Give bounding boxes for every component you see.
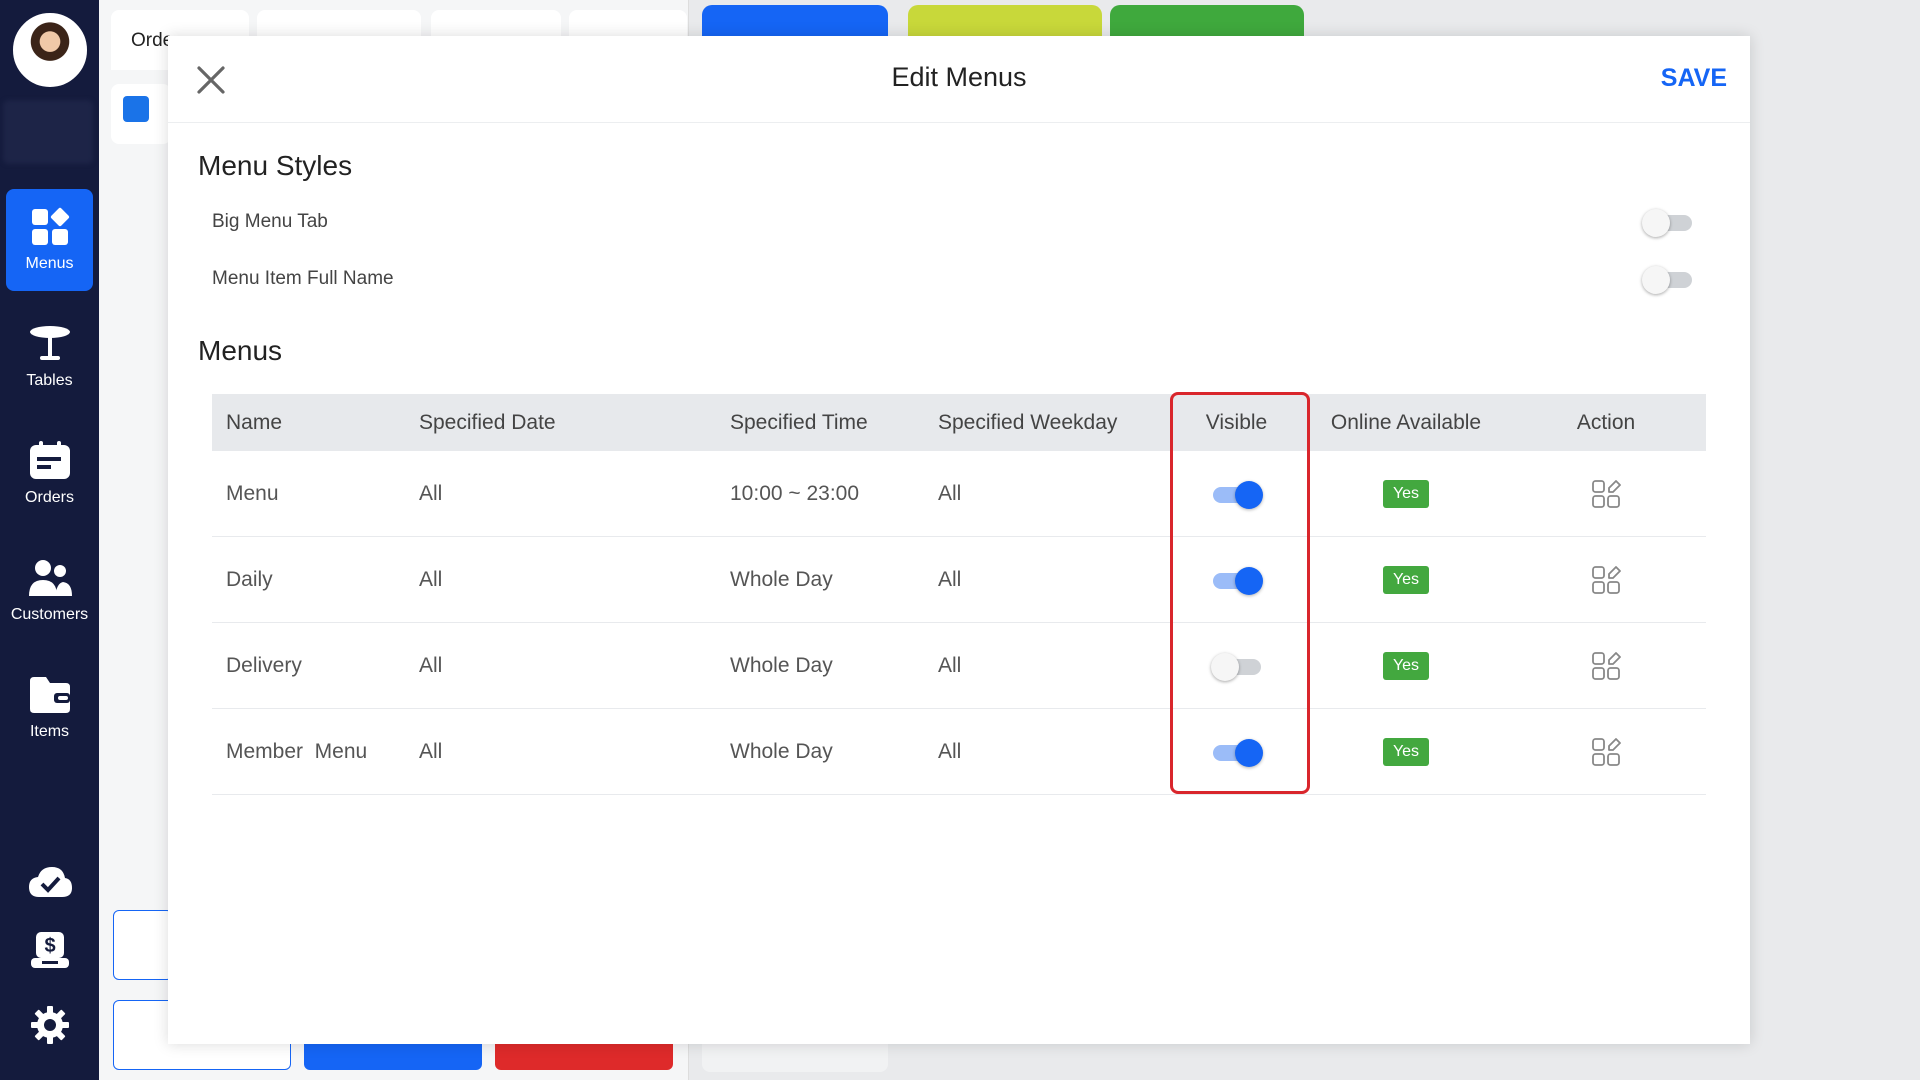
table-row: Menu All 10:00 ~ 23:00 All Yes: [212, 451, 1706, 537]
menu-date: All: [419, 653, 443, 677]
column-header: Online Available: [1330, 410, 1482, 434]
column-header: Specified Date: [419, 410, 556, 434]
menu-item-card[interactable]: [702, 1044, 888, 1072]
menu-item-full-name-toggle[interactable]: [1642, 264, 1694, 294]
visible-toggle[interactable]: [1211, 737, 1263, 767]
table-header: Name Specified Date Specified Time Speci…: [212, 394, 1706, 451]
page-title: Edit Menus: [891, 62, 1027, 92]
cloud-check-icon[interactable]: [26, 860, 74, 904]
edit-layout-icon[interactable]: [1591, 737, 1621, 767]
cash-register-icon[interactable]: $: [26, 928, 74, 972]
style-option-big-menu-tab: Big Menu Tab: [212, 207, 1694, 237]
sidebar-item-items[interactable]: Items: [6, 657, 93, 759]
style-option-label: Big Menu Tab: [212, 211, 328, 232]
menu-date: All: [419, 567, 443, 591]
big-menu-tab-toggle[interactable]: [1642, 207, 1694, 237]
sidebar-item-menus[interactable]: Menus: [6, 189, 93, 291]
menu-name: Delivery: [226, 653, 302, 677]
gear-icon[interactable]: [26, 1003, 74, 1047]
menu-weekday: All: [938, 739, 962, 763]
sidebar-item-label: Customers: [10, 606, 89, 623]
column-header: Action: [1576, 410, 1636, 434]
column-header: Name: [226, 410, 283, 434]
menu-category-button[interactable]: [1110, 5, 1304, 39]
column-header: Specified Weekday: [938, 410, 1118, 434]
edit-menus-modal: Edit Menus SAVE Menu Styles Big Menu Tab…: [168, 36, 1750, 1044]
online-available-badge: Yes: [1382, 651, 1430, 680]
menu-time: Whole Day: [730, 739, 833, 763]
grid-icon: [31, 207, 69, 245]
table-icon: [29, 326, 70, 360]
sidebar-item-label: Tables: [26, 372, 73, 389]
online-available-badge: Yes: [1382, 565, 1430, 594]
menu-weekday: All: [938, 653, 962, 677]
edit-layout-icon[interactable]: [1591, 651, 1621, 681]
column-header: Visible: [1205, 410, 1268, 434]
sidebar: Menus Tables Orders Customers Items $: [0, 0, 99, 1080]
menus-table: Name Specified Date Specified Time Speci…: [212, 394, 1706, 795]
edit-layout-icon[interactable]: [1591, 565, 1621, 595]
orders-icon: [29, 441, 70, 479]
svg-text:$: $: [44, 935, 55, 957]
menus-heading: Menus: [198, 335, 283, 366]
table-row: Daily All Whole Day All Yes: [212, 537, 1706, 623]
discount-button[interactable]: [113, 910, 173, 980]
menu-time: Whole Day: [730, 653, 833, 677]
customers-icon: [28, 560, 72, 596]
menu-weekday: All: [938, 481, 962, 505]
sidebar-item-orders[interactable]: Orders: [6, 423, 93, 525]
edit-order-button[interactable]: [111, 84, 171, 144]
menu-time: 10:00 ~ 23:00: [730, 481, 860, 505]
table-row: Member Menu All Whole Day All Yes: [212, 709, 1706, 795]
visible-toggle[interactable]: [1210, 651, 1263, 681]
edit-icon: [123, 96, 149, 122]
wallet-icon: [29, 677, 70, 713]
online-available-badge: Yes: [1382, 737, 1430, 766]
style-option-label: Menu Item Full Name: [212, 268, 394, 289]
modal-header: Edit Menus SAVE: [168, 36, 1750, 123]
menu-name: Daily: [226, 567, 273, 591]
menu-category-button[interactable]: [908, 5, 1102, 39]
save-button[interactable]: SAVE: [1661, 64, 1727, 93]
style-option-menu-item-full-name: Menu Item Full Name: [212, 264, 1694, 294]
order-tab-label: Orde: [131, 30, 174, 51]
edit-layout-icon[interactable]: [1591, 479, 1621, 509]
menu-date: All: [419, 481, 443, 505]
menu-styles-heading: Menu Styles: [198, 150, 353, 181]
sidebar-item-label: Orders: [25, 489, 74, 506]
sidebar-item-tables[interactable]: Tables: [6, 306, 93, 408]
menu-time: Whole Day: [730, 567, 833, 591]
visible-toggle[interactable]: [1211, 565, 1263, 595]
menu-weekday: All: [938, 567, 962, 591]
visible-toggle[interactable]: [1211, 479, 1263, 509]
menu-category-button[interactable]: [702, 5, 888, 39]
menu-date: All: [419, 739, 443, 763]
avatar[interactable]: [13, 13, 87, 87]
table-row: Delivery All Whole Day All Yes: [212, 623, 1706, 709]
user-name-blurred: [3, 100, 93, 164]
online-available-badge: Yes: [1382, 479, 1430, 508]
sidebar-item-customers[interactable]: Customers: [6, 540, 93, 642]
sidebar-item-label: Items: [29, 723, 70, 740]
column-header: Specified Time: [730, 410, 868, 434]
menu-name: Menu: [226, 481, 279, 505]
sidebar-item-label: Menus: [25, 255, 74, 272]
menu-name: Member Menu: [226, 739, 368, 763]
